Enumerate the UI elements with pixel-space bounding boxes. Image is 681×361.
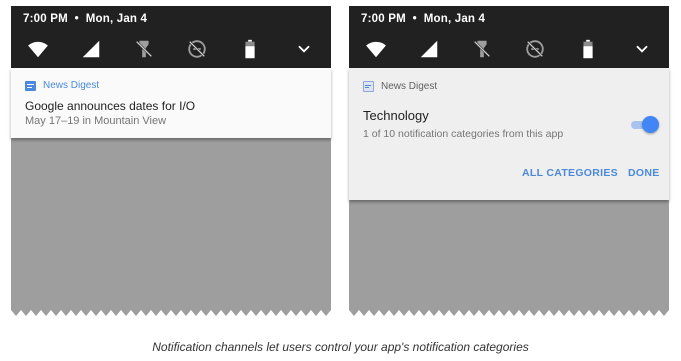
app-name: News Digest	[381, 81, 438, 92]
status-time: 7:00 PM	[361, 13, 406, 25]
done-button[interactable]: DONE	[628, 167, 660, 179]
expand-chevron-icon[interactable]	[293, 38, 315, 60]
status-separator-dot: •	[71, 13, 83, 25]
status-time-date: 7:00 PM • Mon, Jan 4	[361, 13, 485, 25]
status-date: Mon, Jan 4	[85, 13, 148, 25]
notification-card[interactable]: News Digest Google announces dates for I…	[11, 68, 331, 138]
status-separator-dot: •	[409, 13, 421, 25]
notification-shade: News Digest Technology 1 of 10 notificat…	[349, 68, 669, 318]
channel-settings-card: News Digest Technology 1 of 10 notificat…	[349, 68, 669, 200]
wifi-icon[interactable]	[27, 38, 49, 60]
torn-edge	[11, 310, 331, 318]
torn-edge	[349, 310, 669, 318]
expand-chevron-icon[interactable]	[631, 38, 653, 60]
battery-icon[interactable]	[577, 38, 599, 60]
channel-toggle[interactable]	[629, 116, 659, 134]
notification-shade: News Digest Google announces dates for I…	[11, 68, 331, 318]
status-bar: 7:00 PM • Mon, Jan 4	[349, 6, 669, 68]
cell-signal-icon[interactable]	[418, 38, 440, 60]
wifi-icon[interactable]	[365, 38, 387, 60]
channel-name: Technology	[363, 108, 429, 123]
app-name: News Digest	[43, 80, 100, 91]
do-not-disturb-off-icon[interactable]	[186, 38, 208, 60]
quick-settings-row	[349, 38, 669, 60]
quick-settings-row	[11, 38, 331, 60]
figure-caption: Notification channels let users control …	[152, 340, 529, 354]
cell-signal-icon[interactable]	[80, 38, 102, 60]
channel-summary: 1 of 10 notification categories from thi…	[363, 128, 564, 140]
status-time: 7:00 PM	[23, 13, 68, 25]
left-phone-screen: 7:00 PM • Mon, Jan 4 News Digest Google …	[11, 6, 331, 318]
status-date: Mon, Jan 4	[423, 13, 486, 25]
notification-title: Google announces dates for I/O	[25, 99, 196, 113]
do-not-disturb-off-icon[interactable]	[524, 38, 546, 60]
right-phone-screen: 7:00 PM • Mon, Jan 4 News Digest Technol…	[349, 6, 669, 318]
status-bar: 7:00 PM • Mon, Jan 4	[11, 6, 331, 68]
all-categories-button[interactable]: ALL CATEGORIES	[522, 167, 618, 179]
flashlight-off-icon[interactable]	[471, 38, 493, 60]
status-time-date: 7:00 PM • Mon, Jan 4	[23, 13, 147, 25]
news-digest-app-icon	[25, 81, 36, 91]
news-digest-app-icon	[363, 81, 374, 92]
toggle-thumb	[642, 116, 659, 133]
battery-icon[interactable]	[239, 38, 261, 60]
flashlight-off-icon[interactable]	[133, 38, 155, 60]
notification-text: May 17–19 in Mountain View	[25, 115, 167, 127]
